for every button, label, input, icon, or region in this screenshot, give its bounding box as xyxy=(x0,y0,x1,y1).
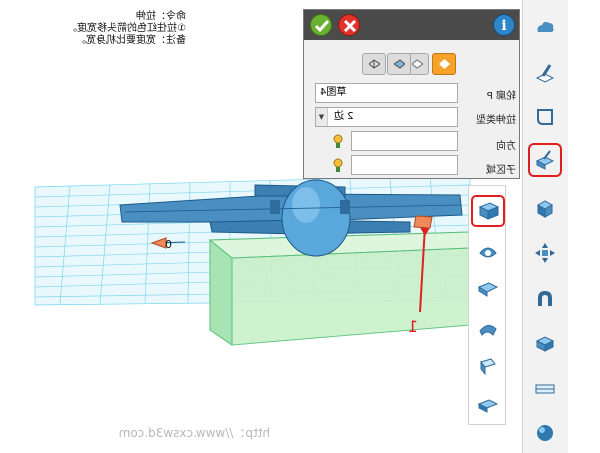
shell-tool-button[interactable] xyxy=(475,392,501,416)
subregion-field[interactable] xyxy=(351,155,458,175)
extrude-tool-button[interactable] xyxy=(471,195,505,227)
assembly-button[interactable] xyxy=(530,328,560,358)
loft-icon xyxy=(479,325,497,336)
profile-label: 轮廓 P xyxy=(486,91,516,102)
feature-sub-toolbar xyxy=(468,185,506,425)
instruction-line-1: 命令：拉伸 xyxy=(136,11,186,22)
dimension-label: 0 xyxy=(165,238,172,251)
extrude-type-select[interactable]: ▼ 2 边 xyxy=(315,107,458,127)
watermark: http：//www.cxsw3d.com xyxy=(118,426,270,440)
solid-button[interactable] xyxy=(530,194,560,224)
extrude-icon xyxy=(478,202,500,220)
confirm-button[interactable] xyxy=(310,14,332,36)
profile-value: 草图4 xyxy=(320,87,347,98)
sweep-mode-button[interactable] xyxy=(387,53,411,75)
loft-tool-button[interactable] xyxy=(475,317,501,341)
loft-mode-icon xyxy=(369,59,380,69)
fillet-icon xyxy=(480,358,496,376)
extrude-mode-icon xyxy=(439,59,450,69)
shell-icon xyxy=(477,399,499,413)
main-toolbar xyxy=(522,0,568,453)
close-icon xyxy=(343,19,357,33)
transform-icon xyxy=(535,243,555,263)
revolve-icon xyxy=(479,247,497,258)
panel-header: i xyxy=(304,10,519,40)
instruction-line-3: 备注：宽度要比机身宽。 xyxy=(76,35,186,46)
info-button[interactable]: i xyxy=(493,14,515,36)
measure-icon xyxy=(535,384,555,394)
subregion-label: 子区域 xyxy=(486,165,516,176)
render-button[interactable] xyxy=(530,418,560,448)
extrude-type-label: 拉伸类型 xyxy=(476,115,516,126)
render-icon xyxy=(537,425,553,441)
instruction-note: 命令：拉伸 ①拉住红色的箭头移宽度。 备注：宽度要比机身宽。 xyxy=(34,9,190,61)
revolve-mode-icon xyxy=(412,59,423,69)
extrude-mode-button[interactable] xyxy=(432,53,456,75)
cloud-button[interactable] xyxy=(530,12,560,42)
sweep-mode-icon xyxy=(394,59,405,69)
sweep-tool-button[interactable] xyxy=(475,277,501,301)
extrude-property-panel: i 轮廓 P 草图4 拉伸类型 ▼ 2 边 方向 子区域 xyxy=(303,9,520,179)
fillet-tool-button[interactable] xyxy=(475,354,501,378)
cancel-button[interactable] xyxy=(338,14,360,36)
direction-field[interactable] xyxy=(351,131,458,151)
extrude-type-value: 2 边 xyxy=(334,111,354,122)
revolve-tool-button[interactable] xyxy=(475,241,501,265)
sketch-button[interactable] xyxy=(530,58,560,88)
check-icon xyxy=(314,20,330,33)
direction-pick-icon[interactable] xyxy=(330,133,346,149)
magnet-button[interactable] xyxy=(530,284,560,314)
measure-button[interactable] xyxy=(530,374,560,404)
curve-button[interactable] xyxy=(530,102,560,132)
chevron-down-icon[interactable]: ▼ xyxy=(316,108,328,126)
extruded-box xyxy=(208,231,471,346)
arrow-number-label: 1 xyxy=(408,317,418,336)
assembly-icon xyxy=(535,336,555,352)
cloud-icon xyxy=(537,21,554,32)
sweep-icon xyxy=(477,282,499,297)
magnet-icon xyxy=(538,291,552,306)
feature-button[interactable] xyxy=(528,143,562,177)
curve-icon xyxy=(537,109,553,125)
feature-icon xyxy=(535,150,555,170)
transform-button[interactable] xyxy=(530,238,560,268)
instruction-line-2: ①拉住红色的箭头移宽度。 xyxy=(67,23,186,34)
profile-field[interactable]: 草图4 xyxy=(315,83,458,103)
loft-mode-button[interactable] xyxy=(362,53,386,75)
subregion-pick-icon[interactable] xyxy=(330,157,346,173)
direction-label: 方向 xyxy=(496,141,516,152)
solid-icon xyxy=(536,200,554,218)
sketch-icon xyxy=(535,64,555,83)
